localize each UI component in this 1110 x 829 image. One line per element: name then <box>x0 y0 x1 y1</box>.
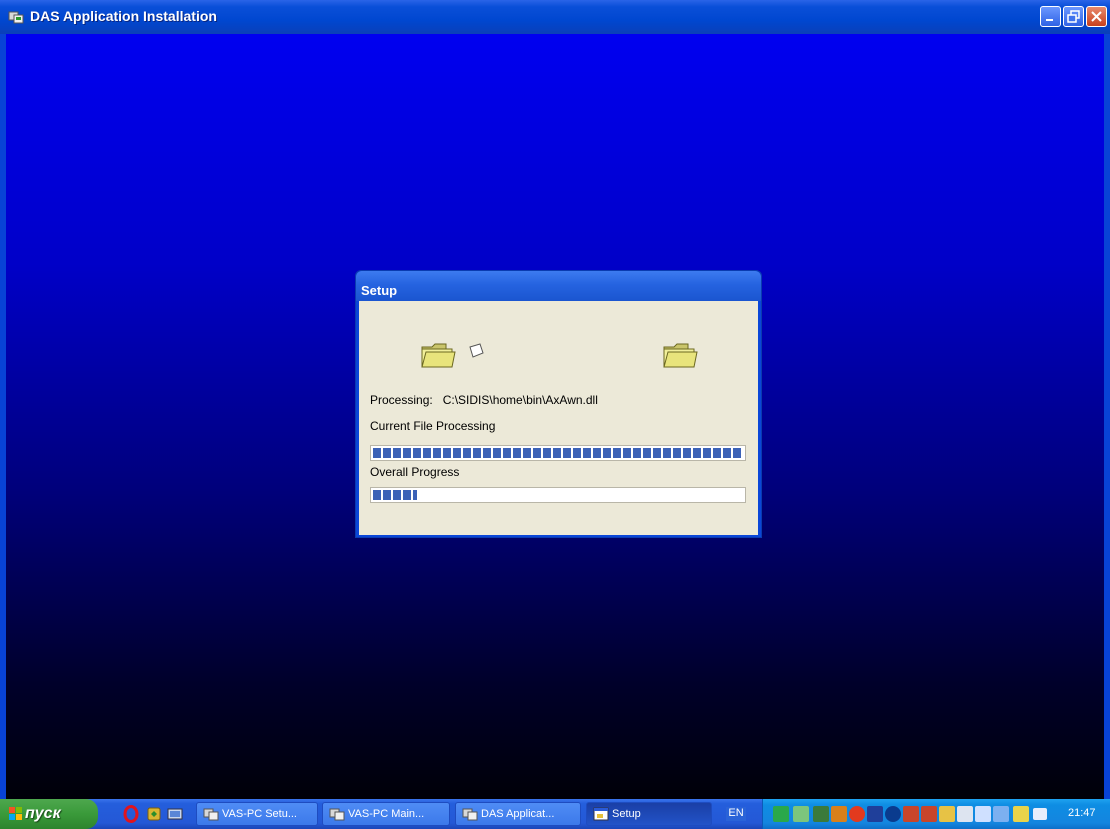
window-title: DAS Application Installation <box>30 8 217 24</box>
setup-dialog: Setup Processing: C:\SIDIS\home\bin\AxAwn… <box>355 270 762 538</box>
start-label: пуск <box>25 805 61 822</box>
setup-dialog-title-bar[interactable]: Setup <box>356 271 761 301</box>
close-button[interactable] <box>1086 6 1107 27</box>
connection-device-icon[interactable] <box>903 806 919 822</box>
installer-icon <box>8 11 24 24</box>
restore-button[interactable] <box>1063 6 1084 27</box>
safely-remove-hardware-icon[interactable] <box>1013 806 1029 822</box>
setup-dialog-body: Processing: C:\SIDIS\home\bin\AxAwn.dll C… <box>359 301 758 535</box>
windows-logo-icon <box>9 807 22 820</box>
taskbar: пуск VAS-PC Setu... VAS-PC Main... DAS A… <box>0 799 1110 829</box>
current-file-label: Current File Processing <box>370 419 496 433</box>
minimize-button[interactable] <box>1040 6 1061 27</box>
source-folder-icon <box>421 343 456 368</box>
window-title-bar[interactable]: DAS Application Installation <box>0 0 1110 34</box>
system-tray: 21:47 <box>762 799 1110 829</box>
overall-progress-label: Overall Progress <box>370 465 460 479</box>
installer-icon <box>329 808 345 821</box>
start-button[interactable]: пуск <box>0 799 98 829</box>
processing-label: Processing: <box>370 393 433 407</box>
installer-icon <box>462 808 478 821</box>
language-indicator[interactable]: EN <box>726 807 746 821</box>
volume-icon[interactable] <box>975 806 991 822</box>
installer-icon <box>203 808 219 821</box>
minimize-icon <box>1046 19 1053 21</box>
update-tool-icon[interactable] <box>145 805 163 823</box>
current-file-progress-fill <box>373 448 743 458</box>
show-desktop-icon[interactable] <box>166 805 184 823</box>
setup-window-icon <box>593 807 609 821</box>
setup-dialog-title: Setup <box>361 283 398 298</box>
taskbar-button-vas-pc-main[interactable]: VAS-PC Main... <box>322 802 450 826</box>
opera-icon[interactable] <box>122 805 140 823</box>
taskbar-button-setup[interactable]: Setup <box>586 802 712 826</box>
taskbar-button-label: VAS-PC Main... <box>348 808 425 820</box>
connection-icon[interactable] <box>793 806 809 822</box>
mail-icon[interactable] <box>1033 808 1047 820</box>
network-icon[interactable] <box>773 806 789 822</box>
processing-status: Processing: C:\SIDIS\home\bin\AxAwn.dll <box>370 393 598 407</box>
window-border-right <box>1104 34 1110 799</box>
clock[interactable]: 21:47 <box>1068 807 1096 819</box>
current-file-progress-bar <box>370 445 746 461</box>
destination-folder-icon <box>663 343 698 368</box>
taskbar-button-label: Setup <box>612 808 641 820</box>
antivirus-icon[interactable] <box>849 806 865 822</box>
main-window: DAS Application Installation Setup Proce… <box>0 0 1110 829</box>
connection-device-icon-2[interactable] <box>921 806 937 822</box>
taskbar-button-label: VAS-PC Setu... <box>222 808 297 820</box>
tools-icon[interactable] <box>939 806 955 822</box>
bluetooth-icon[interactable] <box>885 806 901 822</box>
flying-paper-icon <box>469 343 484 358</box>
app-tray-icon[interactable] <box>831 806 847 822</box>
restore-icon <box>1067 10 1080 23</box>
signal-strength-icon[interactable] <box>813 806 829 822</box>
monitor-icon[interactable] <box>957 806 973 822</box>
overall-progress-bar <box>370 487 746 503</box>
audio-icon[interactable] <box>867 806 883 822</box>
taskbar-button-vas-pc-setup[interactable]: VAS-PC Setu... <box>196 802 318 826</box>
processing-file-path: C:\SIDIS\home\bin\AxAwn.dll <box>442 393 598 407</box>
close-icon <box>1091 11 1102 22</box>
display-icon[interactable] <box>993 806 1009 822</box>
taskbar-button-das-application[interactable]: DAS Applicat... <box>455 802 581 826</box>
overall-progress-fill <box>373 490 417 500</box>
taskbar-button-label: DAS Applicat... <box>481 808 555 820</box>
